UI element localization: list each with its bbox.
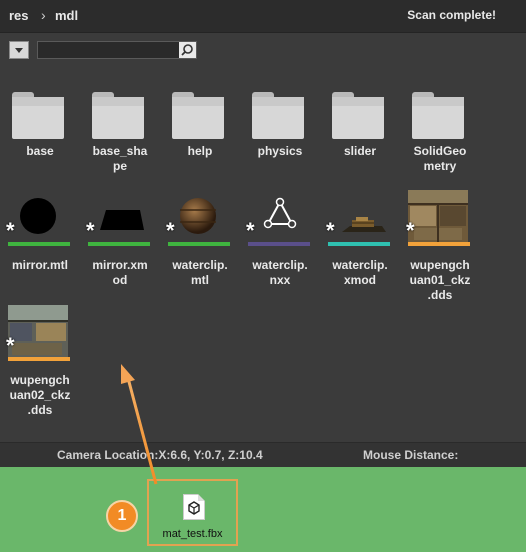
search-icon	[181, 44, 193, 56]
folder-item[interactable]: slider	[320, 80, 400, 180]
folder-label: base_sha pe	[92, 144, 148, 173]
boat-model-icon	[342, 217, 386, 232]
file-item[interactable]: * mirror.mtl	[0, 190, 80, 300]
file-label: waterclip. mtl	[172, 258, 228, 287]
mouse-distance: Mouse Distance:	[363, 448, 459, 462]
file-thumbnail: *	[406, 190, 472, 248]
file-thumbnail: *	[166, 190, 232, 248]
dragged-file-label: mat_test.fbx	[162, 528, 223, 540]
folder-label: slider	[343, 144, 376, 158]
barrel-sphere-icon	[180, 198, 216, 234]
black-sphere-icon	[20, 198, 56, 234]
file-item[interactable]: * waterclip. xmod	[320, 190, 400, 300]
star-icon: *	[406, 218, 415, 243]
file-thumbnail: *	[326, 190, 392, 248]
file-type-bar	[8, 242, 70, 246]
texture-thumbnail-icon	[8, 305, 68, 357]
3d-cube-file-icon	[183, 494, 205, 520]
folder-item[interactable]: base_sha pe	[80, 80, 160, 180]
file-item[interactable]: * wupengch uan01_ckz .dds	[400, 190, 480, 305]
breadcrumb-current[interactable]: mdl	[55, 8, 78, 23]
file-type-bar	[168, 242, 230, 246]
file-thumbnail: *	[86, 190, 152, 248]
file-item[interactable]: * wupengch uan02_ckz .dds	[0, 305, 80, 420]
texture-thumbnail-icon	[408, 190, 468, 242]
folder-label: help	[187, 144, 213, 158]
folder-item[interactable]: base	[0, 80, 80, 180]
header-bar: res › mdl Scan complete!	[0, 0, 526, 33]
filter-dropdown[interactable]	[9, 41, 29, 59]
file-item[interactable]: * mirror.xm od	[80, 190, 160, 300]
file-label: wupengch uan02_ckz .dds	[9, 373, 71, 417]
asset-grid: base base_sha pe help physics slider Sol…	[0, 70, 526, 440]
file-item[interactable]: * waterclip. mtl	[160, 190, 240, 300]
search-button[interactable]	[179, 42, 196, 58]
camera-location: Camera Location:X:6.6, Y:0.7, Z:10.4	[57, 448, 263, 462]
step-badge: 1	[106, 500, 138, 532]
breadcrumb-root[interactable]: res	[9, 8, 29, 23]
file-item[interactable]: * waterclip. nxx	[240, 190, 320, 300]
folder-icon	[410, 80, 470, 140]
file-label: mirror.mtl	[11, 258, 68, 272]
folder-label: physics	[257, 144, 303, 158]
folder-label: base	[26, 144, 54, 158]
file-label: mirror.xm od	[92, 258, 148, 287]
black-slab-icon	[100, 210, 144, 230]
file-type-bar	[248, 242, 310, 246]
star-icon: *	[6, 333, 15, 358]
status-bar: Camera Location:X:6.6, Y:0.7, Z:10.4 Mou…	[0, 442, 526, 467]
file-label: wupengch uan01_ckz .dds	[409, 258, 471, 302]
star-icon: *	[6, 218, 15, 243]
file-type-bar	[88, 242, 150, 246]
folder-icon	[250, 80, 310, 140]
star-icon: *	[246, 218, 255, 243]
file-type-bar	[328, 242, 390, 246]
folder-label: SolidGeo metry	[413, 144, 467, 173]
folder-item[interactable]: SolidGeo metry	[400, 80, 480, 180]
file-type-bar	[8, 357, 70, 361]
folder-item[interactable]: help	[160, 80, 240, 180]
asset-browser-panel: res › mdl Scan complete! base base_sha p…	[0, 0, 526, 467]
file-thumbnail: *	[6, 305, 72, 363]
file-thumbnail: *	[6, 190, 72, 248]
star-icon: *	[86, 218, 95, 243]
folder-icon	[90, 80, 150, 140]
breadcrumb-separator-icon: ›	[41, 7, 46, 23]
filter-bar	[0, 33, 526, 67]
star-icon: *	[166, 218, 175, 243]
folder-icon	[170, 80, 230, 140]
triangle-nodes-icon	[263, 197, 297, 229]
star-icon: *	[326, 218, 335, 243]
folder-item[interactable]: physics	[240, 80, 320, 180]
file-type-bar	[408, 242, 470, 246]
scan-status: Scan complete!	[407, 8, 496, 22]
dragged-file[interactable]: mat_test.fbx	[147, 479, 238, 546]
file-label: waterclip. nxx	[252, 258, 308, 287]
folder-icon	[330, 80, 390, 140]
folder-icon	[10, 80, 70, 140]
search-input[interactable]	[37, 41, 197, 59]
file-thumbnail: *	[246, 190, 312, 248]
file-label: waterclip. xmod	[332, 258, 388, 287]
